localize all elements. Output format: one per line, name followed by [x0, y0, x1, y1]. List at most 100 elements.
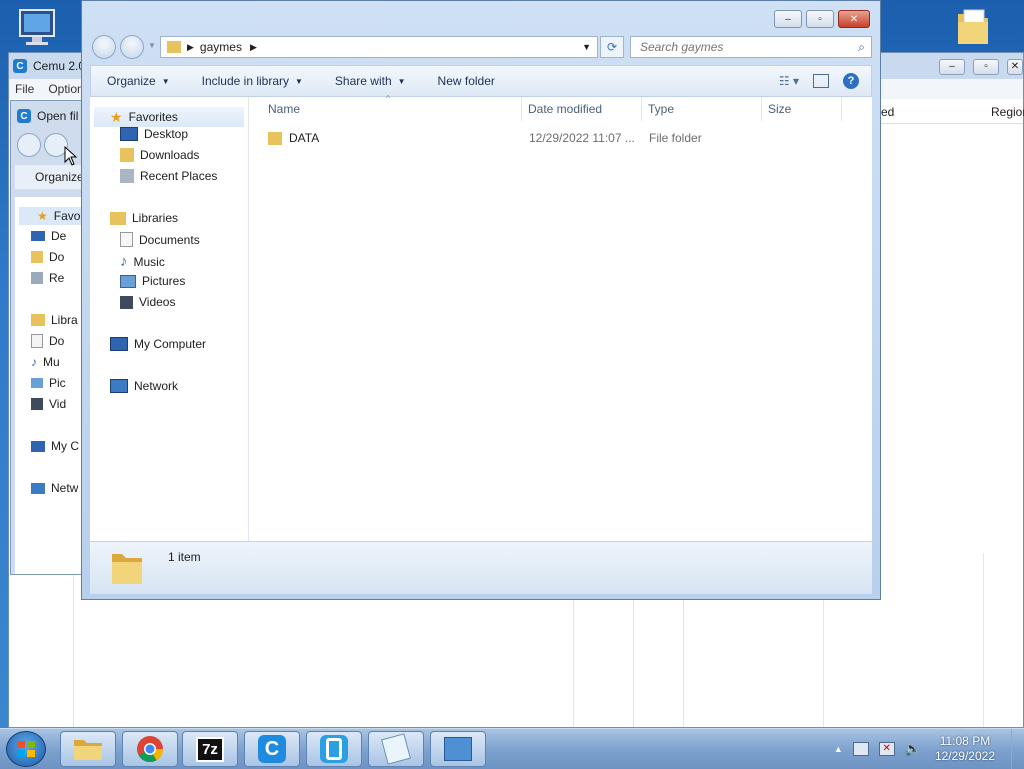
column-header-type[interactable]: Type	[642, 97, 762, 121]
back-button[interactable]	[92, 35, 116, 59]
sort-ascending-icon: ^	[386, 94, 390, 103]
nav-my-computer[interactable]: My Computer	[110, 337, 206, 351]
chevron-down-icon: ▼	[397, 76, 406, 86]
navigation-bar: ▼ ▶ gaymes ▶ ▼ ⟳ ⌕	[90, 35, 872, 59]
nav-music[interactable]: ♪ Music	[120, 253, 165, 270]
taskbar: 7z C ▲ ✕ 🔈 11:08 PM 12/29/2022	[0, 728, 1024, 769]
network-icon	[31, 482, 45, 494]
organize-label: Organize	[35, 170, 84, 184]
forward-button[interactable]	[120, 35, 144, 59]
recent-places-icon	[31, 272, 43, 284]
cemu-minimize-button[interactable]: –	[939, 59, 965, 75]
help-icon[interactable]: ?	[843, 73, 859, 89]
search-icon[interactable]: ⌕	[858, 40, 865, 55]
recent-pages-chevron-icon[interactable]: ▼	[148, 41, 156, 50]
chevron-down-icon: ▼	[161, 76, 170, 86]
breadcrumb-arrow-icon[interactable]: ▶	[250, 42, 257, 53]
folder-desktop-icon[interactable]	[954, 6, 992, 48]
maximize-button[interactable]: ▫	[806, 10, 834, 28]
breadcrumb-arrow-icon[interactable]: ▶	[187, 42, 194, 53]
address-dropdown-icon[interactable]: ▼	[582, 42, 591, 52]
system-tray: ▲ ✕ 🔈 11:08 PM 12/29/2022	[834, 729, 1024, 769]
tree-pictures[interactable]: Pic	[31, 376, 66, 390]
start-button[interactable]	[6, 731, 46, 767]
nav-videos[interactable]: Videos	[120, 295, 175, 309]
tree-my-computer[interactable]: My C	[31, 439, 79, 453]
breadcrumb-gaymes[interactable]: gaymes	[200, 40, 242, 54]
cemu-app-icon: C	[13, 59, 27, 73]
computer-desktop-icon[interactable]	[14, 8, 60, 48]
show-hidden-icons-chevron-icon[interactable]: ▲	[834, 744, 843, 754]
show-desktop-button[interactable]	[1011, 729, 1024, 769]
back-button[interactable]	[17, 133, 41, 157]
file-row[interactable]: DATA 12/29/2022 11:07 ... File folder	[268, 127, 829, 149]
tree-downloads[interactable]: Do	[31, 250, 64, 264]
column-header-date-modified[interactable]: Date modified	[522, 97, 642, 121]
address-bar[interactable]: ▶ gaymes ▶ ▼	[160, 36, 598, 58]
open-file-dialog: C Open fil Organize ★ Favo De Do Re Libra…	[10, 100, 91, 575]
menu-options[interactable]: Option	[48, 82, 83, 96]
nav-favorites[interactable]: ★ Favorites	[94, 107, 244, 127]
nav-pictures[interactable]: Pictures	[120, 274, 185, 288]
taskbar-usb-helper-button[interactable]	[306, 731, 362, 767]
folder-icon	[167, 41, 181, 53]
libraries-icon	[31, 314, 45, 326]
taskbar-notepad-button[interactable]	[368, 731, 424, 767]
taskbar-7zip-button[interactable]: 7z	[182, 731, 238, 767]
close-button[interactable]: ✕	[838, 10, 870, 28]
open-file-nav-buttons	[17, 133, 69, 160]
preview-pane-icon[interactable]	[813, 74, 829, 88]
file-date-modified: 12/29/2022 11:07 ...	[529, 131, 635, 145]
usb-helper-icon	[320, 735, 348, 763]
minimize-button[interactable]: –	[774, 10, 802, 28]
command-bar: Organize ▼ Include in library ▼ Share with…	[90, 65, 872, 97]
details-pane: 1 item	[90, 541, 872, 594]
nav-downloads[interactable]: Downloads	[120, 148, 199, 162]
nav-recent-places[interactable]: Recent Places	[120, 169, 217, 183]
search-box[interactable]: ⌕	[630, 36, 872, 58]
taskbar-explorer-button[interactable]	[60, 731, 116, 767]
refresh-button[interactable]: ⟳	[600, 36, 624, 58]
menu-file[interactable]: File	[15, 82, 34, 96]
tree-documents[interactable]: Do	[31, 334, 64, 348]
refresh-icon: ⟳	[606, 40, 618, 54]
tree-recent[interactable]: Re	[31, 271, 64, 285]
cemu-close-button[interactable]: ✕	[1007, 59, 1023, 75]
include-in-library-button[interactable]: Include in library ▼	[186, 74, 319, 88]
nav-desktop[interactable]: Desktop	[120, 127, 188, 141]
pictures-icon	[31, 378, 43, 388]
new-folder-button[interactable]: New folder	[422, 74, 511, 88]
computer-icon	[31, 440, 45, 452]
pictures-icon	[120, 274, 136, 288]
col-header-ed[interactable]: ed	[881, 105, 894, 119]
volume-icon[interactable]: 🔈	[905, 741, 921, 757]
downloads-icon	[120, 148, 134, 162]
nav-network[interactable]: Network	[110, 379, 178, 393]
view-options-icon[interactable]: ☷ ▾	[779, 74, 799, 88]
tree-libraries[interactable]: Libra	[31, 313, 78, 327]
desktop-icon	[120, 127, 138, 141]
clock[interactable]: 11:08 PM 12/29/2022	[935, 734, 995, 764]
file-name: DATA	[289, 131, 320, 145]
taskbar-chrome-button[interactable]	[122, 731, 178, 767]
action-center-icon[interactable]: ✕	[878, 742, 895, 756]
organize-button[interactable]: Organize ▼	[91, 74, 186, 88]
network-status-icon[interactable]	[852, 742, 869, 756]
tree-videos[interactable]: Vid	[31, 397, 66, 411]
column-header-name[interactable]: Name	[262, 97, 522, 121]
column-header-size[interactable]: Size	[762, 97, 842, 121]
col-header-region[interactable]: Region	[991, 105, 1024, 119]
nav-documents[interactable]: Documents	[120, 232, 200, 247]
share-with-button[interactable]: Share with ▼	[319, 74, 422, 88]
taskbar-cemu-button[interactable]: C	[244, 731, 300, 767]
recent-places-icon	[120, 169, 134, 183]
7zip-icon: 7z	[196, 736, 224, 762]
taskbar-control-panel-button[interactable]	[430, 731, 486, 767]
search-input[interactable]	[638, 39, 842, 55]
cemu-maximize-button[interactable]: ▫	[973, 59, 999, 75]
nav-libraries[interactable]: Libraries	[110, 211, 178, 225]
tree-desktop[interactable]: De	[31, 229, 66, 243]
open-file-organize[interactable]: Organize	[15, 165, 89, 189]
tree-music[interactable]: ♪ Mu	[31, 355, 60, 369]
tree-network[interactable]: Netw	[31, 481, 78, 495]
